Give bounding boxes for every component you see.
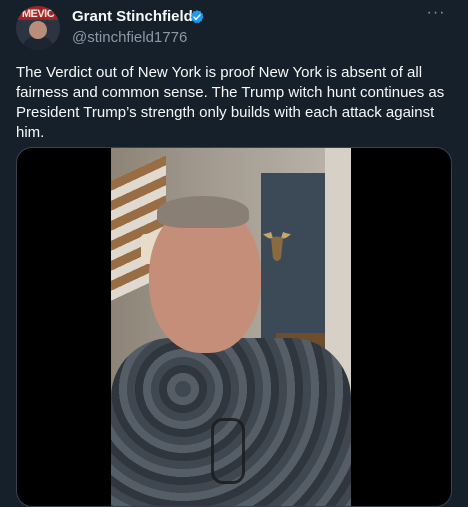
- bull-skull-decor: [263, 232, 291, 261]
- video-hair: [157, 196, 249, 228]
- tweet-text: The Verdict out of New York is proof New…: [16, 64, 445, 141]
- user-handle[interactable]: @stinchfield1776: [72, 29, 187, 46]
- more-dots-icon[interactable]: ···: [424, 4, 448, 24]
- display-name[interactable]: Grant Stinchfield: [72, 8, 193, 25]
- avatar-face: [29, 21, 47, 39]
- video-frame: [111, 148, 351, 506]
- avatar-logo-text: MEVIC: [21, 8, 55, 20]
- verified-badge-icon: [190, 10, 204, 24]
- tweet-card: MEVIC Grant Stinchfield @stinchfield1776…: [0, 0, 468, 507]
- video-player[interactable]: [16, 147, 452, 507]
- avatar[interactable]: MEVIC: [16, 6, 60, 50]
- video-sunglasses: [211, 418, 245, 484]
